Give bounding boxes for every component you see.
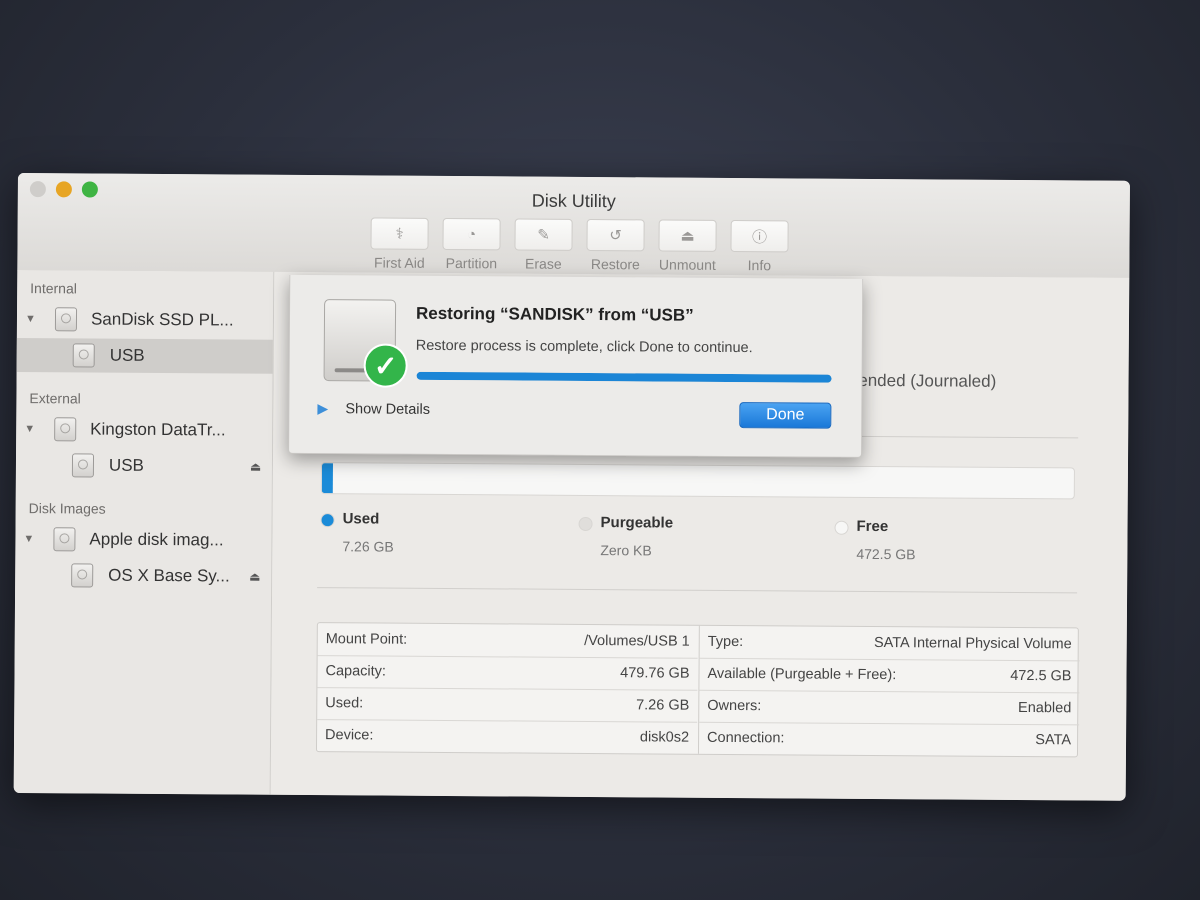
free-dot-icon <box>834 520 849 535</box>
sidebar-header-external: External <box>29 390 81 407</box>
info-row: Device: disk0s2 <box>317 719 697 754</box>
info-column-right: Type: SATA Internal Physical Volume Avai… <box>697 625 1080 757</box>
info-row: Mount Point: /Volumes/USB 1 <box>317 623 698 659</box>
restore-label: Restore <box>590 256 640 273</box>
disk-icon <box>54 307 78 332</box>
sidebar: Internal ▼ SanDisk SSD PL... USB Externa… <box>13 269 275 795</box>
info-row: Capacity: 479.76 GB <box>317 655 698 691</box>
info-row: Used: 7.26 GB <box>317 687 698 723</box>
disclosure-triangle-icon[interactable]: ▼ <box>24 423 35 435</box>
erase-label: Erase <box>525 255 562 272</box>
first-aid-label: First Aid <box>374 254 425 271</box>
info-value: disk0s2 <box>639 729 690 746</box>
sidebar-item-label: USB <box>108 455 144 475</box>
info-row: Type: SATA Internal Physical Volume <box>699 625 1080 662</box>
info-key: Connection: <box>707 729 785 747</box>
sidebar-header-disk-images: Disk Images <box>28 500 106 517</box>
restore-button[interactable]: ↺ Restore <box>586 218 645 273</box>
volume-icon <box>71 453 95 478</box>
purgeable-dot-icon <box>578 516 593 532</box>
disk-icon <box>54 417 77 442</box>
volume-info-table: Mount Point: /Volumes/USB 1 Capacity: 47… <box>315 622 1080 758</box>
info-value: SATA <box>1035 732 1072 749</box>
legend-used-value: 7.26 GB <box>342 538 394 555</box>
sidebar-item-label: Apple disk imag... <box>89 529 224 550</box>
partition-button[interactable]: ◔ Partition <box>442 217 501 272</box>
info-row: Connection: SATA <box>699 722 1079 757</box>
volume-format: tended (Journaled) <box>853 370 997 391</box>
unmount-icon[interactable]: ⏏ <box>658 219 717 252</box>
unmount-button[interactable]: ⏏ Unmount <box>658 219 717 273</box>
disclosure-triangle-icon[interactable]: ▶ <box>317 400 328 417</box>
info-key: Type: <box>707 633 744 651</box>
info-row: Available (Purgeable + Free): 472.5 GB <box>699 657 1080 694</box>
sidebar-item-label: USB <box>109 345 145 365</box>
used-dot-icon <box>320 513 335 528</box>
restore-progress-fill <box>416 371 832 383</box>
toolbar: ⚕ First Aid ◔ Partition ✎ Erase ↺ Restor… <box>370 217 789 274</box>
info-value: 479.76 GB <box>620 665 690 682</box>
restore-progress-bar <box>416 371 832 383</box>
restore-sheet: ✓ Restoring “SANDISK” from “USB” Restore… <box>288 274 864 458</box>
info-value: Enabled <box>1018 699 1072 717</box>
info-row: Owners: Enabled <box>699 689 1080 726</box>
info-value: 472.5 GB <box>1010 667 1072 685</box>
info-key: Available (Purgeable + Free): <box>707 665 897 684</box>
erase-button[interactable]: ✎ Erase <box>514 218 573 272</box>
legend-purgeable-value: Zero KB <box>600 542 652 559</box>
legend-purgeable-name: Purgeable <box>600 514 674 532</box>
info-key: Used: <box>325 695 364 712</box>
info-key: Owners: <box>707 697 762 715</box>
info-key: Mount Point: <box>325 631 408 648</box>
info-key: Device: <box>325 727 374 744</box>
partition-label: Partition <box>445 254 498 272</box>
usage-bar <box>320 462 1075 500</box>
info-key: Capacity: <box>325 663 387 680</box>
sheet-message: Restore process is complete, click Done … <box>415 337 753 357</box>
sidebar-item-kingston[interactable]: ▼ Kingston DataTr... <box>16 412 272 448</box>
sidebar-item-usb-internal[interactable]: USB <box>16 337 273 374</box>
show-details-toggle[interactable]: Show Details <box>345 401 430 418</box>
eraser-icon[interactable]: ✎ <box>514 218 573 251</box>
sidebar-item-label: SanDisk SSD PL... <box>90 309 234 330</box>
sidebar-item-label: OS X Base Sy... <box>108 565 230 586</box>
pie-icon[interactable]: ◔ <box>442 217 501 251</box>
titlebar: Disk Utility ⚕ First Aid ◔ Partition ✎ E… <box>17 173 1130 279</box>
sidebar-item-label: Kingston DataTr... <box>90 419 226 440</box>
sidebar-item-os-x-base[interactable]: OS X Base Sy... ⏏ <box>15 558 271 594</box>
window-title: Disk Utility <box>531 190 616 212</box>
disclosure-triangle-icon[interactable]: ▼ <box>23 533 34 545</box>
sidebar-item-usb-external[interactable]: USB ⏏ <box>16 448 272 484</box>
sheet-title: Restoring “SANDISK” from “USB” <box>415 303 694 325</box>
info-label: Info <box>747 257 772 274</box>
info-value: SATA Internal Physical Volume <box>873 634 1072 653</box>
divider <box>317 587 1078 594</box>
usage-bar-used-fill <box>321 463 334 494</box>
checkmark-icon: ✓ <box>363 343 408 388</box>
disclosure-triangle-icon[interactable]: ▼ <box>25 313 36 325</box>
legend-free-value: 472.5 GB <box>856 545 916 563</box>
sidebar-header-internal: Internal <box>30 280 77 297</box>
disk-utility-window: Disk Utility ⚕ First Aid ◔ Partition ✎ E… <box>13 173 1130 801</box>
info-value: 7.26 GB <box>636 697 690 714</box>
eject-icon[interactable]: ⏏ <box>250 460 261 474</box>
unmount-label: Unmount <box>658 256 716 273</box>
first-aid-button[interactable]: ⚕ First Aid <box>370 217 429 271</box>
legend-free-name: Free <box>856 517 889 536</box>
sidebar-item-sandisk[interactable]: ▼ SanDisk SSD PL... <box>17 302 273 338</box>
restore-icon[interactable]: ↺ <box>586 218 645 252</box>
disk-icon <box>53 527 76 552</box>
stethoscope-icon[interactable]: ⚕ <box>370 217 429 250</box>
done-button[interactable]: Done <box>739 402 832 429</box>
info-icon[interactable]: ⓘ <box>730 219 789 253</box>
info-column-left: Mount Point: /Volumes/USB 1 Capacity: 47… <box>317 623 698 754</box>
info-button[interactable]: ⓘ Info <box>730 219 789 274</box>
volume-icon <box>71 563 94 588</box>
sidebar-item-apple-disk-image[interactable]: ▼ Apple disk imag... <box>15 522 271 558</box>
legend-used-name: Used <box>342 510 380 528</box>
volume-icon <box>72 343 95 368</box>
eject-icon[interactable]: ⏏ <box>249 570 260 584</box>
info-value: /Volumes/USB 1 <box>584 632 690 650</box>
